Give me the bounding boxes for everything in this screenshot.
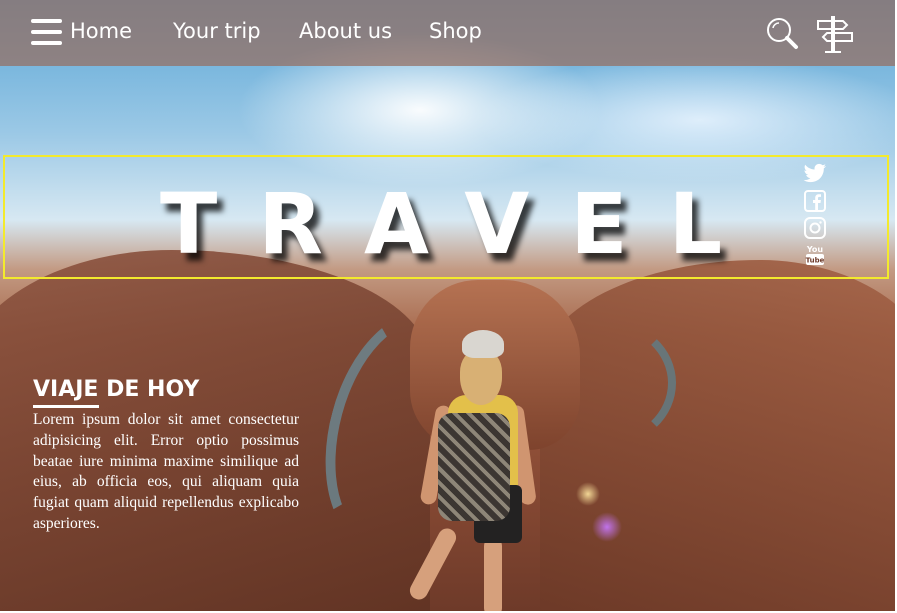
nav-home[interactable]: Home	[70, 17, 132, 45]
lens-flare	[576, 482, 600, 506]
hamburger-menu-icon[interactable]	[31, 19, 62, 45]
twitter-icon[interactable]	[803, 163, 827, 185]
youtube-logo-text-top: You	[806, 245, 824, 254]
article-title: VIAJE DE HOY	[33, 377, 200, 402]
hiker-figure	[400, 325, 540, 611]
nav-your-trip[interactable]: Your trip	[173, 17, 261, 45]
lens-flare-purple	[592, 512, 622, 542]
title-underline	[33, 405, 99, 408]
youtube-icon[interactable]: You Tube	[803, 244, 827, 266]
nav-shop[interactable]: Shop	[429, 17, 482, 45]
article-body: Lorem ipsum dolor sit amet consectetur a…	[33, 411, 299, 532]
hero-title: TRAVEL	[160, 175, 764, 273]
river-bend	[540, 320, 676, 446]
youtube-logo-text-bottom: Tube	[806, 257, 825, 265]
top-navbar: Home Your trip About us Shop	[0, 0, 895, 66]
instagram-icon[interactable]	[803, 217, 827, 239]
signpost-icon[interactable]	[815, 14, 855, 54]
backpack	[438, 413, 510, 521]
nav-about-us[interactable]: About us	[299, 17, 392, 45]
facebook-icon[interactable]	[803, 190, 827, 212]
search-icon[interactable]	[765, 16, 799, 50]
